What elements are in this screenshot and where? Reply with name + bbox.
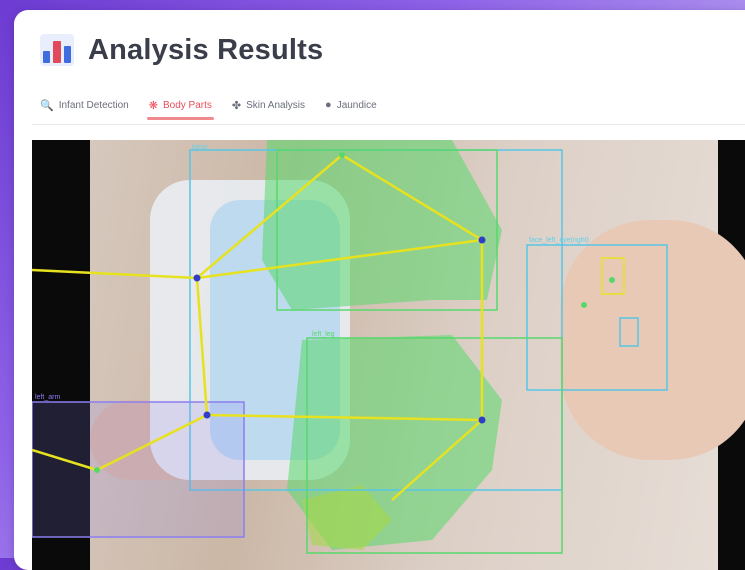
tab-skin-analysis[interactable]: ✤ Skin Analysis [230, 92, 307, 118]
keypoint-top [339, 152, 345, 158]
keypoint-right-hip [478, 416, 486, 424]
keypoint-left-hand [94, 467, 100, 473]
jaundice-icon: ● [325, 99, 332, 111]
eye2-bbox [619, 317, 639, 347]
keypoint-right-shoulder [478, 236, 486, 244]
eye-bbox [601, 257, 625, 295]
detection-overlay: torso face_left_eye(right) left_leg left… [32, 140, 668, 554]
keypoint-nose [581, 302, 587, 308]
left-leg-bbox-label: left_leg [312, 331, 335, 338]
keypoint-left-shoulder [193, 274, 201, 282]
tab-divider [32, 124, 745, 125]
analysis-image-viewer[interactable]: torso face_left_eye(right) left_leg left… [32, 140, 745, 570]
body-parts-icon: ❋ [148, 99, 158, 112]
tab-label: Skin Analysis [246, 99, 306, 111]
header: Analysis Results [40, 30, 323, 70]
face-bbox [526, 244, 668, 391]
skin-analysis-icon: ✤ [231, 99, 242, 112]
tab-jaundice[interactable]: ● Jaundice [323, 92, 379, 118]
torso-bbox-label: torso [192, 144, 208, 151]
tab-infant-detection[interactable]: 🔍 Infant Detection [38, 92, 131, 118]
bar-chart-icon [40, 34, 74, 66]
segment-torso-mask [262, 140, 502, 310]
keypoint-left-hip [203, 411, 211, 419]
tab-body-parts[interactable]: ❋ Body Parts [146, 92, 215, 120]
keypoint-eye [609, 277, 615, 283]
tab-label: Infant Detection [58, 99, 129, 111]
magnifier-icon: 🔍 [40, 99, 54, 112]
page-title: Analysis Results [88, 33, 324, 66]
left-arm-bbox-label: left_arm [35, 394, 60, 401]
tab-label: Jaundice [336, 99, 377, 111]
analysis-card: Analysis Results 🔍 Infant Detection ❋ Bo… [14, 10, 745, 570]
tab-bar: 🔍 Infant Detection ❋ Body Parts ✤ Skin A… [38, 92, 379, 120]
face-bbox-label: face_left_eye(right) [529, 237, 589, 244]
tab-label: Body Parts [162, 99, 212, 111]
left-arm-bbox [32, 401, 245, 538]
